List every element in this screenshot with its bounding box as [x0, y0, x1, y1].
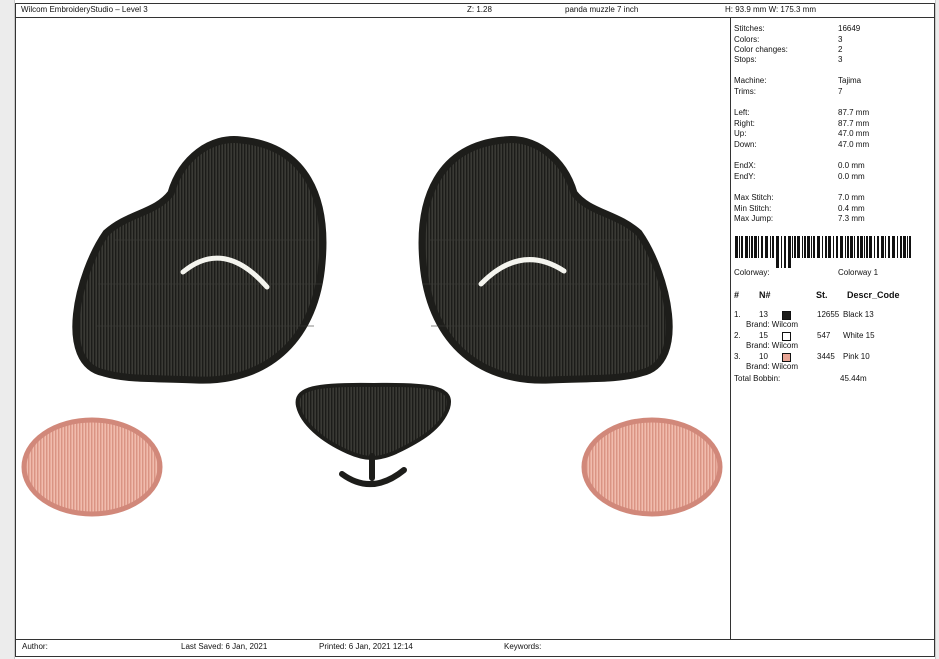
printed-date: Printed: 6 Jan, 2021 12:14: [319, 642, 413, 651]
color-row-needle: 15: [759, 331, 768, 340]
stat-value: Tajima: [838, 76, 862, 85]
stat-label: Stitches:: [734, 24, 765, 33]
color-row-index: 3.: [734, 352, 741, 361]
last-saved: Last Saved: 6 Jan, 2021: [181, 642, 268, 651]
stat-label: Left:: [734, 108, 750, 117]
design-info-panel: Stitches: 16649 Colors: 3 Color changes: 2 Sto…: [731, 18, 935, 638]
sheet-footer: Author: Last Saved: 6 Jan, 2021 Printed:…: [15, 639, 935, 654]
left-window-border: [0, 0, 15, 659]
color-swatch: [782, 332, 791, 341]
stat-value: 3: [838, 55, 843, 64]
right-window-border: [935, 0, 939, 659]
stat-value: 47.0 mm: [838, 140, 870, 149]
stat-value: 2: [838, 45, 843, 54]
stat-value: 0.4 mm: [838, 204, 865, 213]
stat-value: 0.0 mm: [838, 161, 865, 170]
stat-label: EndY:: [734, 172, 756, 181]
color-row-stitches: 12655: [817, 310, 840, 319]
stat-label: Max Jump:: [734, 214, 774, 223]
stat-label: EndX:: [734, 161, 756, 170]
stat-label: Right:: [734, 119, 755, 128]
stat-label: Stops:: [734, 55, 757, 64]
stat-value: 7.0 mm: [838, 193, 865, 202]
color-row-stitches: 3445: [817, 352, 835, 361]
color-row-needle: 10: [759, 352, 768, 361]
right-cheek: [581, 417, 723, 517]
color-row-index: 2.: [734, 331, 741, 340]
stat-value: 7.3 mm: [838, 214, 865, 223]
panda-muzzle-design: [21, 136, 723, 517]
stat-value: 87.7 mm: [838, 108, 870, 117]
color-row-descr: Pink 10: [843, 352, 870, 361]
stat-value: 7: [838, 87, 843, 96]
stat-value: 16649: [838, 24, 861, 33]
keywords-label: Keywords:: [504, 642, 542, 651]
barcode-icon: [735, 236, 911, 268]
col-header-stitches: St.: [816, 290, 828, 300]
stat-value: 87.7 mm: [838, 119, 870, 128]
stat-label: Trims:: [734, 87, 756, 96]
nose: [295, 382, 451, 460]
colorway-label: Colorway:: [734, 268, 770, 277]
colorway-value: Colorway 1: [838, 268, 879, 277]
stat-label: Min Stitch:: [734, 204, 772, 213]
color-row-descr: White 15: [843, 331, 875, 340]
author-label: Author:: [22, 642, 48, 651]
stat-label: Machine:: [734, 76, 767, 85]
color-swatch: [782, 353, 791, 362]
zoom-level: Z: 1.28: [467, 5, 492, 14]
stat-value: 47.0 mm: [838, 129, 870, 138]
stat-label: Colors:: [734, 35, 760, 44]
color-swatch: [782, 311, 791, 320]
design-canvas: [16, 18, 729, 638]
color-row-descr: Black 13: [843, 310, 874, 319]
total-bobbin-value: 45.44m: [840, 374, 867, 383]
stat-label: Up:: [734, 129, 747, 138]
color-row-needle: 13: [759, 310, 768, 319]
color-row-stitches: 547: [817, 331, 831, 340]
color-row-index: 1.: [734, 310, 741, 319]
col-header-needle: N#: [759, 290, 771, 300]
col-header-descr-code: Descr_Code: [847, 290, 900, 300]
stat-label: Color changes:: [734, 45, 788, 54]
stat-label: Max Stitch:: [734, 193, 774, 202]
color-row-brand: Brand: Wilcom: [746, 320, 799, 329]
col-header-index: #: [734, 290, 740, 300]
color-row-brand: Brand: Wilcom: [746, 341, 799, 350]
left-cheek: [21, 417, 163, 517]
app-title: Wilcom EmbroideryStudio – Level 3: [21, 5, 148, 14]
total-bobbin-label: Total Bobbin:: [734, 374, 781, 383]
color-row-brand: Brand: Wilcom: [746, 362, 799, 371]
stat-label: Down:: [734, 140, 757, 149]
design-name: panda muzzle 7 inch: [565, 5, 639, 14]
stat-value: 3: [838, 35, 843, 44]
stat-value: 0.0 mm: [838, 172, 865, 181]
sheet-header: Wilcom EmbroideryStudio – Level 3 Z: 1.2…: [15, 3, 935, 18]
design-dimensions: H: 93.9 mm W: 175.3 mm: [725, 5, 816, 14]
mouth: [339, 453, 407, 488]
